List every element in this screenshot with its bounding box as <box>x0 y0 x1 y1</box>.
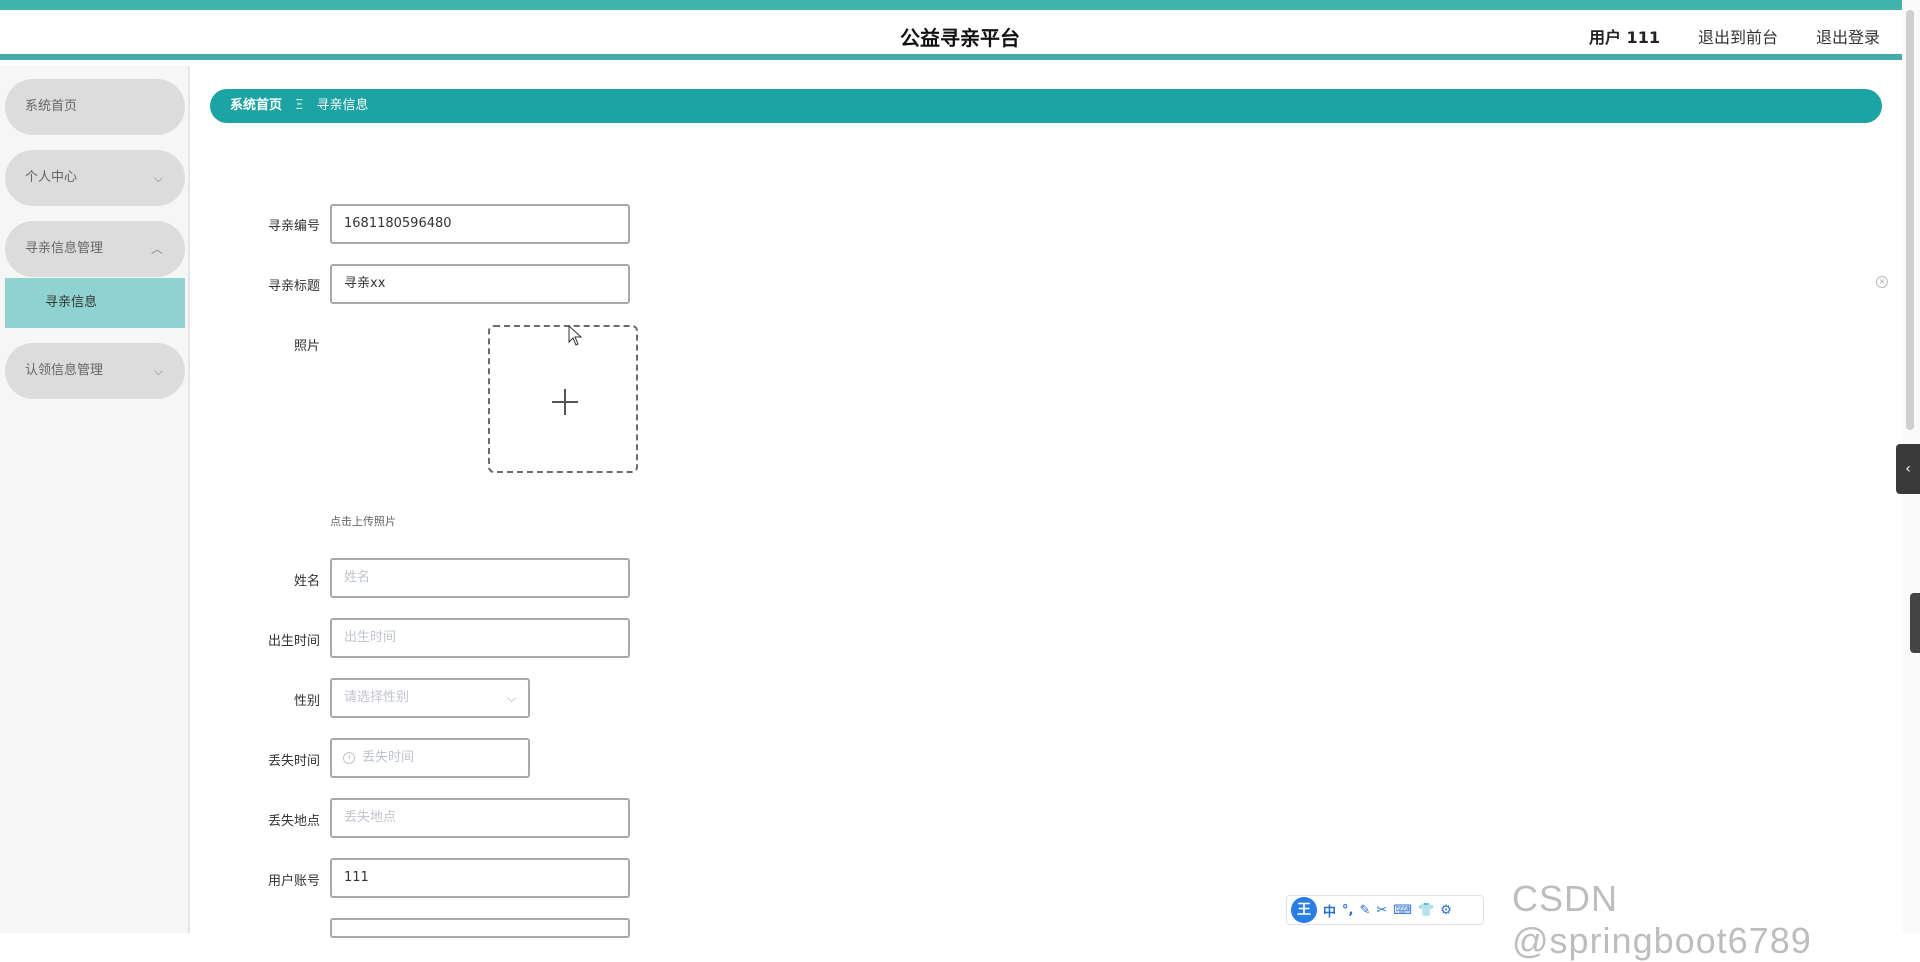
sidebar-item-personal-center[interactable]: 个人中心 ⌵ <box>5 150 185 206</box>
watermark: CSDN @springboot6789 <box>1512 878 1812 961</box>
photo-label: 照片 <box>293 339 320 354</box>
title-field[interactable]: 寻亲xx <box>330 264 630 304</box>
ime-settings-icon[interactable]: ⚙ <box>1440 903 1452 918</box>
photo-upload-box[interactable] <box>488 325 638 473</box>
code-label: 寻亲编号 <box>267 219 320 234</box>
birth-field[interactable]: 出生时间 <box>330 618 630 658</box>
gender-label: 性别 <box>293 694 320 709</box>
next-field-partial[interactable] <box>330 918 630 938</box>
sidebar-item-label: 个人中心 <box>25 170 78 185</box>
lost-place-field[interactable]: 丢失地点 <box>330 798 630 838</box>
account-field[interactable]: 111 <box>330 858 630 898</box>
ime-punctuation-icon[interactable]: °, <box>1342 903 1353 918</box>
mouse-cursor-icon <box>568 325 583 346</box>
ime-chinese-mode[interactable]: 中 <box>1323 901 1336 920</box>
ime-scissors-icon[interactable]: ✂ <box>1376 903 1387 918</box>
collapse-panel-button[interactable]: ‹ <box>1896 444 1920 494</box>
close-circle-icon[interactable]: × <box>1876 276 1888 288</box>
sidebar: 系统首页 个人中心 ⌵ 寻亲信息管理 ︿ 寻亲信息 认领信息管理 ⌵ <box>0 66 190 933</box>
breadcrumb-separator-icon: Ξ <box>295 98 304 113</box>
lost-time-label: 丢失时间 <box>267 754 320 769</box>
code-field[interactable]: 1681180596480 <box>330 204 630 244</box>
ime-keyboard-icon[interactable]: ⌨ <box>1393 903 1412 918</box>
logout-link[interactable]: 退出登录 <box>1816 24 1880 48</box>
chevron-down-icon: ⌵ <box>153 171 163 185</box>
birth-label: 出生时间 <box>267 634 320 649</box>
chevron-up-icon: ︿ <box>150 242 163 256</box>
app-header: 公益寻亲平台 用户 111 退出到前台 退出登录 <box>0 10 1920 60</box>
lost-place-label: 丢失地点 <box>267 814 320 829</box>
title-label: 寻亲标题 <box>267 279 320 294</box>
clock-icon <box>343 752 355 764</box>
header-actions: 用户 111 退出到前台 退出登录 <box>1589 24 1880 48</box>
ime-handwriting-icon[interactable]: ✎ <box>1359 903 1370 918</box>
plus-icon-vertical <box>564 389 566 415</box>
sidebar-subitem-search-info[interactable]: 寻亲信息 <box>5 278 185 328</box>
sidebar-item-label: 认领信息管理 <box>25 363 104 378</box>
name-field[interactable]: 姓名 <box>330 558 630 598</box>
upload-hint: 点击上传照片 <box>330 515 396 528</box>
breadcrumb-current: 寻亲信息 <box>316 98 369 113</box>
back-to-front-link[interactable]: 退出到前台 <box>1698 24 1778 48</box>
ime-toolbar: 王 中 °, ✎ ✂ ⌨ 👕 ⚙ <box>1286 895 1484 925</box>
sidebar-item-label: 寻亲信息管理 <box>25 241 104 256</box>
lost-time-placeholder: 丢失时间 <box>362 750 415 765</box>
ime-logo-icon[interactable]: 王 <box>1291 897 1317 923</box>
gender-select[interactable]: 请选择性别 ⌵ <box>330 678 530 718</box>
name-label: 姓名 <box>293 574 320 589</box>
top-accent-strip <box>0 0 1920 10</box>
sidebar-item-label: 系统首页 <box>25 99 78 114</box>
breadcrumb: 系统首页 Ξ 寻亲信息 <box>210 89 1882 123</box>
ime-skin-icon[interactable]: 👕 <box>1418 903 1434 918</box>
current-user: 用户 111 <box>1588 28 1660 47</box>
side-drawer-handle[interactable] <box>1910 593 1920 653</box>
chevron-down-icon: ⌵ <box>506 691 516 705</box>
breadcrumb-home[interactable]: 系统首页 <box>230 98 282 113</box>
chevron-down-icon: ⌵ <box>153 364 163 378</box>
scrollbar-thumb[interactable] <box>1906 10 1914 430</box>
sidebar-item-search-info-mgmt[interactable]: 寻亲信息管理 ︿ <box>5 221 185 277</box>
sidebar-item-claim-info-mgmt[interactable]: 认领信息管理 ⌵ <box>5 343 185 399</box>
lost-time-picker[interactable]: 丢失时间 <box>330 738 530 778</box>
account-label: 用户账号 <box>267 874 320 889</box>
sidebar-item-home[interactable]: 系统首页 <box>5 79 185 135</box>
gender-select-placeholder: 请选择性别 <box>344 690 410 705</box>
